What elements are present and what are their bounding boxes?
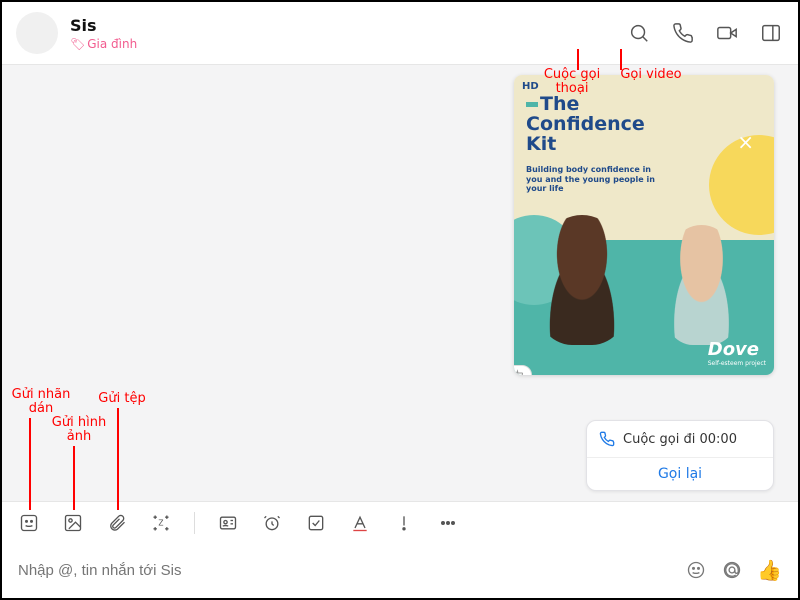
contact-card-icon[interactable] [217,512,239,534]
mention-icon[interactable] [721,559,743,581]
header-actions [628,22,782,44]
screenshot-icon[interactable]: Z [150,512,172,534]
chat-header: Sis 🏷 Gia đình [2,2,798,65]
ad-subtitle: Building body confidence in you and the … [526,165,666,194]
ad-content: × HD The Confidence Kit Building body co… [514,75,774,375]
call-status-row: Cuộc gọi đi 00:00 [587,421,773,457]
format-text-icon[interactable] [349,512,371,534]
task-icon[interactable] [305,512,327,534]
attachment-toolbar: Z [2,501,798,544]
priority-icon[interactable] [393,512,415,534]
contact-tag-label: Gia đình [87,37,137,51]
toolbar-separator [194,512,195,534]
reminder-icon[interactable] [261,512,283,534]
contact-tag[interactable]: 🏷 Gia đình [70,37,616,51]
svg-text:Z: Z [158,519,163,528]
conversation-area: × HD The Confidence Kit Building body co… [2,65,798,501]
ad-hd-badge: HD [522,81,539,92]
image-message[interactable]: × HD The Confidence Kit Building body co… [514,75,774,375]
panel-toggle-icon[interactable] [760,22,782,44]
voice-call-icon[interactable] [672,22,694,44]
video-call-icon[interactable] [716,22,738,44]
sticker-icon[interactable] [18,512,40,534]
message-input-row: 👍 [2,544,798,598]
tag-icon: 🏷 [70,37,85,51]
contact-name: Sis [70,16,616,35]
message-input[interactable] [18,562,671,579]
ad-title: The Confidence Kit [526,95,645,155]
call-card: Cuộc gọi đi 00:00 Gọi lại [586,420,774,491]
thumbs-up-icon[interactable]: 👍 [757,558,782,582]
emoji-icon[interactable] [685,559,707,581]
call-again-button[interactable]: Gọi lại [587,457,773,490]
ad-brand: Dove Self-esteem project [708,339,766,367]
search-icon[interactable] [628,22,650,44]
image-icon[interactable] [62,512,84,534]
contact-info: Sis 🏷 Gia đình [70,16,616,51]
avatar[interactable] [16,12,58,54]
call-status-text: Cuộc gọi đi 00:00 [623,432,737,447]
attach-file-icon[interactable] [106,512,128,534]
more-icon[interactable] [437,512,459,534]
